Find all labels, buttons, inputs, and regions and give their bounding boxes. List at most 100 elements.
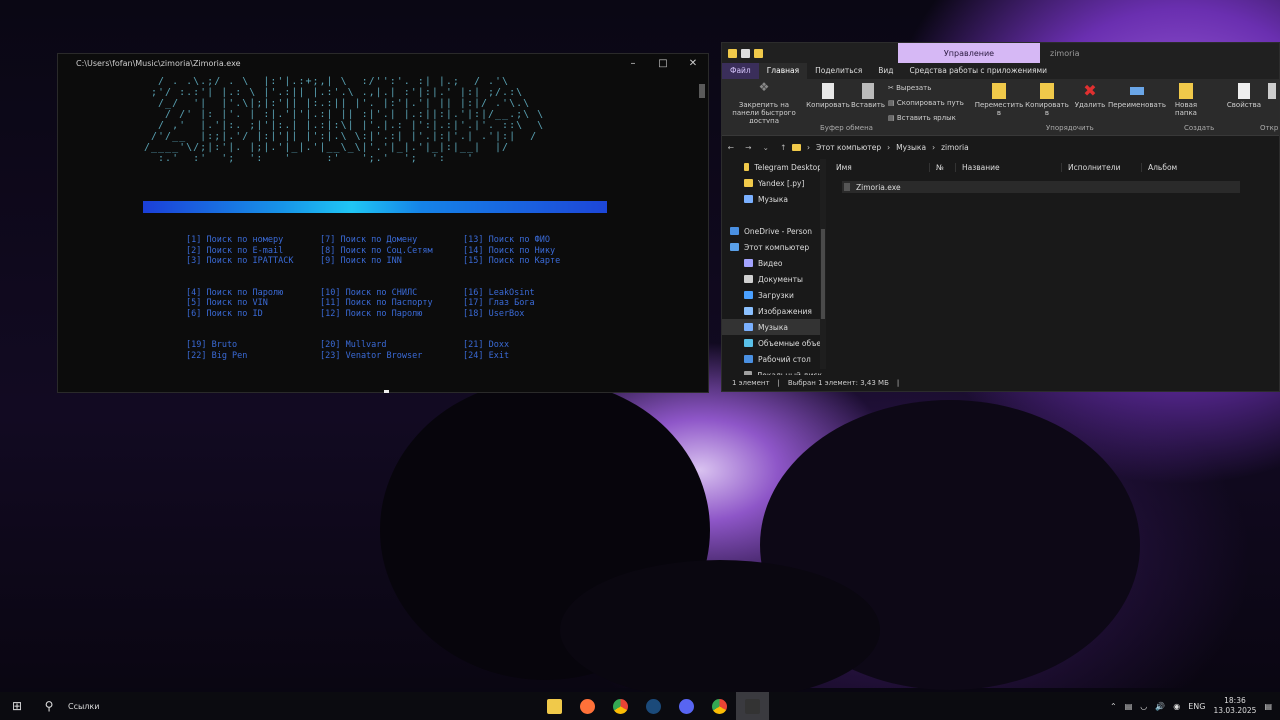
copy-label: Копировать (806, 101, 850, 109)
sidebar-item[interactable]: Telegram Desktop (722, 159, 822, 175)
close-icon[interactable]: ✕ (678, 58, 708, 69)
tab-app-tools[interactable]: Средства работы с приложениями (901, 63, 1055, 79)
sidebar-item[interactable]: Музыка (722, 319, 822, 335)
microphone-icon[interactable]: ◉ (1173, 702, 1180, 711)
console-window[interactable]: C:\Users\fofan\Music\zimoria\Zimoria.exe… (57, 53, 709, 393)
sidebar-item[interactable]: Загрузки (722, 287, 822, 303)
console-titlebar[interactable]: C:\Users\fofan\Music\zimoria\Zimoria.exe… (58, 54, 708, 72)
network-icon[interactable]: ▤ (1125, 702, 1133, 711)
column-name[interactable]: Имя (830, 162, 930, 172)
tab-view[interactable]: Вид (870, 63, 901, 79)
sidebar-item[interactable]: Документы (722, 271, 822, 287)
folder-icon (730, 227, 739, 235)
sidebar-item[interactable]: Объемные объе (722, 335, 822, 351)
chrome-profile-icon[interactable] (703, 692, 736, 720)
file-explorer-icon[interactable] (538, 692, 571, 720)
folder-icon (744, 259, 753, 267)
clock[interactable]: 18:36 13.03.2025 (1213, 696, 1256, 716)
breadcrumb-this-pc[interactable]: Этот компьютер (816, 143, 881, 152)
steam-icon[interactable] (637, 692, 670, 720)
file-row[interactable]: Zimoria.exe (842, 181, 1240, 193)
copy-to-label: Копировать в (1025, 101, 1069, 117)
minimize-icon[interactable]: – (618, 58, 648, 69)
up-icon[interactable]: ↑ (780, 143, 786, 152)
copy-button[interactable]: Копировать (806, 83, 850, 109)
sidebar-item[interactable]: Рабочий стол (722, 351, 822, 367)
rename-button[interactable]: Переименовать (1106, 83, 1168, 109)
new-folder-icon[interactable] (754, 48, 763, 58)
sidebar-item[interactable]: Yandex [.py] (722, 175, 822, 191)
chrome-icon[interactable] (604, 692, 637, 720)
folder-icon (744, 291, 753, 299)
column-number[interactable]: № (930, 162, 956, 172)
explorer-titlebar[interactable]: Управление zimoria (722, 43, 1279, 63)
sidebar-item[interactable]: Изображения (722, 303, 822, 319)
language-indicator[interactable]: ENG (1188, 702, 1205, 711)
folder-icon[interactable] (728, 48, 737, 58)
file-name: Zimoria.exe (856, 182, 901, 192)
column-artists[interactable]: Исполнители (1062, 162, 1142, 172)
explorer-window[interactable]: Управление zimoria Файл Главная Поделить… (721, 42, 1280, 392)
folder-icon (744, 323, 753, 331)
tab-file[interactable]: Файл (722, 63, 759, 79)
sidebar-item[interactable]: Музыка (722, 191, 822, 207)
breadcrumb-zimoria[interactable]: zimoria (941, 143, 969, 152)
status-count: 1 элемент (732, 379, 770, 387)
links-toolbar[interactable]: Ссылки (68, 702, 99, 711)
back-icon[interactable]: ← (728, 143, 734, 152)
chevron-up-icon[interactable]: ⌃ (1110, 702, 1117, 711)
delete-button[interactable]: ✖ Удалить (1072, 83, 1108, 110)
breadcrumb-music[interactable]: Музыка (896, 143, 926, 152)
console-scrollbar-thumb[interactable] (699, 84, 705, 98)
status-bar: 1 элемент | Выбран 1 элемент: 3,43 МБ | (722, 375, 1279, 391)
tab-manage[interactable]: Управление (898, 43, 1040, 63)
console-app-icon[interactable] (736, 692, 769, 720)
windows-start-icon[interactable]: ⊞ (0, 699, 34, 713)
discord-icon[interactable] (670, 692, 703, 720)
sidebar-item[interactable]: Этот компьютер (722, 239, 822, 255)
maximize-icon[interactable]: □ (648, 58, 678, 69)
properties-icon[interactable] (741, 48, 750, 58)
move-to-button[interactable]: Переместить в (974, 83, 1024, 117)
column-album[interactable]: Альбом (1142, 163, 1228, 172)
menu-column-2: [7] Поиск по Домену [8] Поиск по Соц.Сет… (320, 235, 433, 361)
column-headers: Имя № Название Исполнители Альбом (830, 159, 1280, 175)
open-button[interactable] (1264, 83, 1280, 101)
cut-button[interactable]: ✂ Вырезать (888, 81, 978, 96)
tab-home[interactable]: Главная (758, 63, 808, 79)
tab-share[interactable]: Поделиться (807, 63, 870, 79)
volume-icon[interactable]: 🔊 (1155, 702, 1165, 711)
sidebar-item[interactable]: OneDrive - Person (722, 223, 822, 239)
clock-time: 18:36 (1224, 696, 1246, 705)
chevron-right-icon: › (807, 142, 810, 152)
folder-icon (792, 143, 801, 151)
console-scrollbar[interactable] (698, 76, 706, 388)
navigation-scrollbar-thumb[interactable] (821, 229, 825, 319)
address-bar[interactable]: ← → ⌄ ↑ › Этот компьютер › Музыка › zimo… (722, 136, 1279, 158)
system-tray: ⌃ ▤ ◡ 🔊 ◉ ENG 18:36 13.03.2025 ▤ (1110, 692, 1280, 720)
quick-access-toolbar (722, 48, 898, 58)
sidebar-item[interactable]: Видео (722, 255, 822, 271)
navigation-scrollbar[interactable] (820, 159, 826, 369)
forward-icon[interactable]: → (745, 143, 751, 152)
chevron-down-icon[interactable]: ⌄ (763, 143, 769, 152)
properties-icon (1238, 83, 1250, 99)
folder-icon (744, 195, 753, 203)
search-icon[interactable]: ⚲ (34, 699, 64, 713)
group-open: Откр (1260, 124, 1279, 132)
wifi-icon[interactable]: ◡ (1140, 702, 1147, 711)
paste-button[interactable]: Вставить (850, 83, 886, 109)
notifications-icon[interactable]: ▤ (1264, 702, 1272, 711)
chevron-right-icon: › (932, 142, 936, 152)
copy-path-button[interactable]: ▤ Скопировать путь (888, 96, 978, 111)
copy-to-button[interactable]: Копировать в (1024, 83, 1070, 117)
column-title[interactable]: Название (956, 162, 1062, 172)
wallpaper-hair-shape (560, 560, 880, 700)
status-selected: Выбран 1 элемент: 3,43 МБ (787, 379, 889, 387)
pin-button[interactable]: ❖ Закрепить на панели быстрого доступа (726, 81, 802, 125)
firefox-icon[interactable] (571, 692, 604, 720)
ribbon-group-labels: Буфер обмена Упорядочить Создать Откр (722, 123, 1279, 136)
properties-button[interactable]: Свойства (1226, 83, 1262, 109)
status-divider: | (777, 379, 780, 387)
new-folder-button[interactable]: Новая папка (1170, 83, 1202, 117)
